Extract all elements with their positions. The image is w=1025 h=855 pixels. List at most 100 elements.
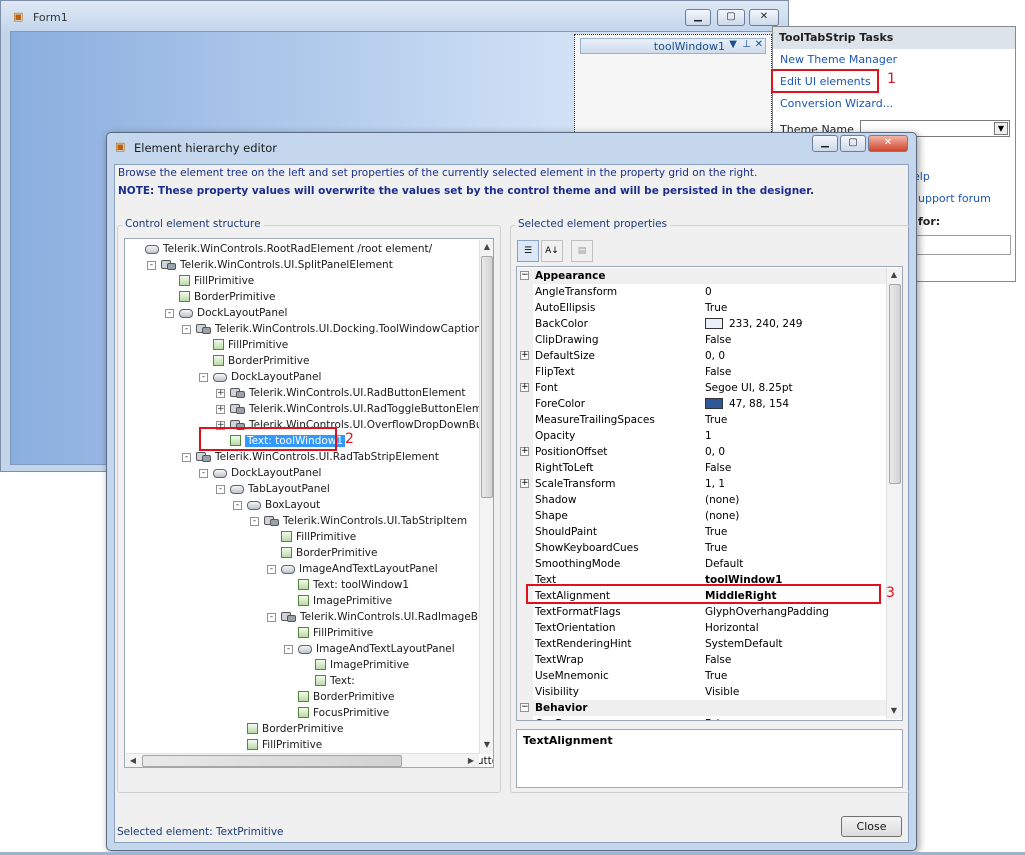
tree-node[interactable]: FillPrimitive — [213, 337, 288, 353]
close-window-button[interactable]: ✕ — [749, 9, 779, 26]
expand-icon[interactable]: + — [520, 383, 529, 392]
collapse-icon[interactable]: - — [182, 325, 191, 334]
property-row[interactable]: TextRenderingHint SystemDefault — [517, 636, 886, 652]
tree-node[interactable]: BorderPrimitive — [281, 545, 377, 561]
tree-node[interactable]: + Telerik.WinControls.UI.RadButtonElement — [216, 385, 466, 401]
property-row[interactable]: Shape (none) — [517, 508, 886, 524]
pg-scroll-up-icon[interactable]: ▲ — [887, 270, 901, 279]
expand-icon[interactable]: + — [216, 405, 225, 414]
dialog-minimize-button[interactable]: ▁ — [812, 135, 838, 152]
tree-node[interactable]: ImagePrimitive — [298, 593, 392, 609]
property-row[interactable]: AutoEllipsis True — [517, 300, 886, 316]
tree-node[interactable]: - Telerik.WinControls.UI.TabStripItem — [250, 513, 467, 529]
tree-node[interactable]: FillPrimitive — [281, 529, 356, 545]
search-input[interactable] — [916, 235, 1011, 255]
property-value[interactable]: True — [705, 300, 727, 316]
property-value[interactable]: Segoe UI, 8.25pt — [705, 380, 793, 396]
collapse-icon[interactable]: - — [267, 565, 276, 574]
conversion-wizard-link[interactable]: Conversion Wizard... — [780, 97, 893, 110]
dialog-close-x-button[interactable]: ✕ — [868, 135, 908, 152]
collapse-icon[interactable]: − — [520, 703, 529, 712]
tree-node[interactable]: - DockLayoutPanel — [165, 305, 287, 321]
property-row[interactable]: + PositionOffset 0, 0 — [517, 444, 886, 460]
sort-alphabetical-icon[interactable]: A↓ — [541, 240, 563, 262]
collapse-icon[interactable]: - — [147, 261, 156, 270]
property-value[interactable]: 47, 88, 154 — [705, 396, 789, 412]
scroll-up-icon[interactable]: ▲ — [480, 242, 493, 251]
element-tree[interactable]: Telerik.WinControls.RootRadElement /root… — [124, 238, 494, 768]
property-value[interactable]: True — [705, 540, 727, 556]
tree-node[interactable]: - BoxLayout — [233, 497, 320, 513]
tree-hscroll-thumb[interactable] — [142, 755, 402, 767]
property-value[interactable]: GlyphOverhangPadding — [705, 604, 829, 620]
property-value[interactable]: (none) — [705, 492, 739, 508]
property-value[interactable]: (none) — [705, 508, 739, 524]
tree-node[interactable]: BorderPrimitive — [213, 353, 309, 369]
property-value[interactable]: False — [705, 364, 731, 380]
tree-node[interactable]: - DockLayoutPanel — [199, 465, 321, 481]
close-icon[interactable]: ✕ — [755, 39, 763, 50]
property-grid-scrollbar[interactable]: ▲ ▼ — [886, 268, 902, 719]
tree-node[interactable]: - Telerik.WinControls.UI.RadTabStripEleme… — [182, 449, 439, 465]
pg-scroll-thumb[interactable] — [889, 284, 901, 484]
tree-node[interactable]: ImagePrimitive — [315, 657, 409, 673]
property-row[interactable]: AngleTransform 0 — [517, 284, 886, 300]
toolwindow-caption[interactable]: toolWindow1 ▼ ⊥ ✕ — [580, 38, 766, 54]
scroll-down-icon[interactable]: ▼ — [480, 740, 493, 749]
property-value[interactable]: Visible — [705, 684, 739, 700]
tree-node[interactable]: FillPrimitive — [247, 737, 322, 753]
property-row[interactable]: Shadow (none) — [517, 492, 886, 508]
expand-icon[interactable]: + — [216, 389, 225, 398]
property-value[interactable]: 1 — [705, 428, 712, 444]
collapse-icon[interactable]: - — [267, 613, 276, 622]
property-category[interactable]: − Behavior — [517, 700, 886, 716]
property-row[interactable]: ClipDrawing False — [517, 332, 886, 348]
property-pages-icon[interactable]: ▤ — [571, 240, 593, 262]
property-value[interactable]: False — [705, 716, 731, 720]
tree-node[interactable]: Text: toolWindow1 — [298, 577, 409, 593]
property-row[interactable]: TextOrientation Horizontal — [517, 620, 886, 636]
collapse-icon[interactable]: - — [182, 453, 191, 462]
tree-node[interactable]: FocusPrimitive — [298, 705, 389, 721]
edit-ui-elements-link[interactable]: Edit UI elements — [780, 75, 871, 88]
support-forum-link[interactable]: upport forum — [918, 192, 991, 205]
pg-scroll-down-icon[interactable]: ▼ — [887, 706, 901, 715]
tree-node[interactable]: Telerik.WinControls.RootRadElement /root… — [145, 241, 432, 257]
close-button[interactable]: Close — [841, 816, 902, 837]
property-row[interactable]: RightToLeft False — [517, 460, 886, 476]
property-value[interactable]: True — [705, 524, 727, 540]
tree-node[interactable]: BorderPrimitive — [179, 289, 275, 305]
property-row[interactable]: SmoothingMode Default — [517, 556, 886, 572]
property-value[interactable]: 0, 0 — [705, 348, 725, 364]
property-value[interactable]: Horizontal — [705, 620, 759, 636]
property-row[interactable]: FlipText False — [517, 364, 886, 380]
maximize-button[interactable]: ▢ — [717, 9, 745, 26]
collapse-icon[interactable]: - — [250, 517, 259, 526]
property-row[interactable]: Opacity 1 — [517, 428, 886, 444]
collapse-icon[interactable]: - — [233, 501, 242, 510]
tree-node[interactable]: - DockLayoutPanel — [199, 369, 321, 385]
property-row[interactable]: + Font Segoe UI, 8.25pt — [517, 380, 886, 396]
categorized-view-icon[interactable]: ☰ — [517, 240, 539, 262]
chevron-down-icon[interactable]: ▼ — [994, 122, 1008, 135]
property-value[interactable]: 1, 1 — [705, 476, 725, 492]
new-theme-manager-link[interactable]: New Theme Manager — [780, 53, 897, 66]
property-row[interactable]: TextWrap False — [517, 652, 886, 668]
collapse-icon[interactable]: - — [199, 469, 208, 478]
tree-node[interactable]: FillPrimitive — [298, 625, 373, 641]
collapse-icon[interactable]: - — [216, 485, 225, 494]
property-value[interactable]: SystemDefault — [705, 636, 783, 652]
dialog-maximize-button[interactable]: ▢ — [840, 135, 866, 152]
property-row[interactable]: + DefaultSize 0, 0 — [517, 348, 886, 364]
property-category[interactable]: − Appearance — [517, 268, 886, 284]
property-value[interactable]: False — [705, 332, 731, 348]
minimize-button[interactable]: ▁ — [685, 9, 711, 26]
property-row[interactable]: BackColor 233, 240, 249 — [517, 316, 886, 332]
tree-node[interactable]: - ImageAndTextLayoutPanel — [284, 641, 455, 657]
property-row[interactable]: ShowKeyboardCues True — [517, 540, 886, 556]
property-value[interactable]: 233, 240, 249 — [705, 316, 802, 332]
tree-node[interactable]: FillPrimitive — [179, 273, 254, 289]
property-value[interactable]: Default — [705, 556, 743, 572]
dropdown-arrow-icon[interactable]: ▼ — [729, 39, 737, 50]
property-row[interactable]: UseMnemonic True — [517, 668, 886, 684]
